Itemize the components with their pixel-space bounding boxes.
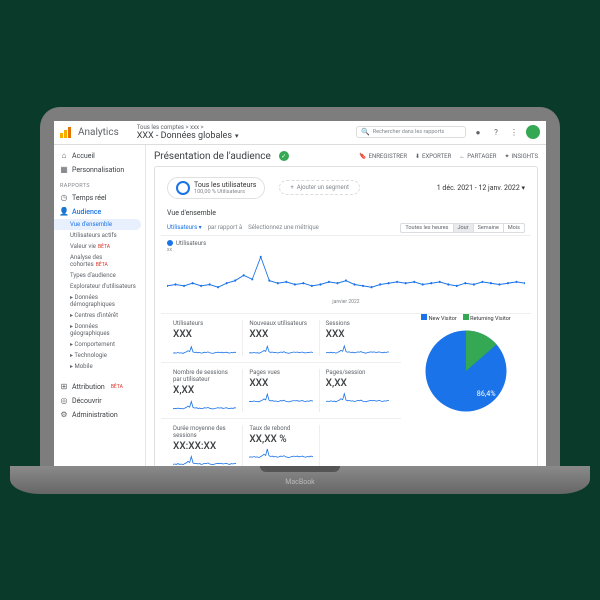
segment-all-users[interactable]: Tous les utilisateurs 100,00 % Utilisate… xyxy=(167,177,265,199)
add-segment-label: Ajouter un segment xyxy=(297,184,349,191)
sidebar-sub-audiences[interactable]: Types d'audience xyxy=(54,270,145,281)
users-line-chart: Utilisateurs xx janvier 2022 xyxy=(161,235,531,314)
granularity-day[interactable]: Jour xyxy=(453,224,473,232)
user-icon: 👤 xyxy=(60,208,68,216)
sidebar-sub-active-users[interactable]: Utilisateurs actifs xyxy=(54,230,145,241)
share-button[interactable]: ← PARTAGER xyxy=(459,153,496,160)
sidebar-sub-lifetime-value[interactable]: Valeur vieBÊTA xyxy=(54,241,145,252)
sidebar-label: Découvrir xyxy=(72,397,102,405)
search-input[interactable]: 🔍 Rechercher dans les rapports xyxy=(356,126,466,138)
sidebar-label: Accueil xyxy=(72,152,95,160)
search-placeholder: Rechercher dans les rapports xyxy=(373,129,444,135)
sidebar-label: Personnalisation xyxy=(72,166,124,174)
audience-card: Tous les utilisateurs 100,00 % Utilisate… xyxy=(154,166,538,467)
discover-icon: ◎ xyxy=(60,397,68,405)
help-icon[interactable]: ? xyxy=(490,126,502,138)
app-header: Analytics Tous les comptes > xxx > XXX -… xyxy=(54,121,546,145)
sidebar-item-audience[interactable]: 👤 Audience xyxy=(54,205,145,219)
time-granularity-toggle: Toutes les heures Jour Semaine Mois xyxy=(400,223,525,233)
legend-new-visitor: New Visitor xyxy=(429,316,457,322)
overview-label: Vue d'ensemble xyxy=(161,207,531,219)
settings-icon[interactable]: ⋮ xyxy=(508,126,520,138)
sidebar-label: Temps réel xyxy=(72,194,106,202)
compare-label: par rapport à xyxy=(208,224,242,231)
sidebar-sub-geo[interactable]: ▸ Données géographiques xyxy=(54,321,145,339)
kpi-pages-per-session: Pages/session X,XX xyxy=(319,369,395,412)
granularity-hourly[interactable]: Toutes les heures xyxy=(401,224,452,232)
segment-sublabel: 100,00 % Utilisateurs xyxy=(194,189,256,195)
date-range-label: 1 déc. 2021 - 12 janv. 2022 xyxy=(437,184,520,192)
sidebar-sub-interests[interactable]: ▸ Centres d'intérêt xyxy=(54,310,145,321)
sidebar-label: Attribution xyxy=(72,383,105,391)
privacy-shield-icon[interactable]: ✓ xyxy=(279,151,289,161)
sidebar-sub-overview[interactable]: Vue d'ensemble xyxy=(54,219,141,230)
page-title: Présentation de l'audience xyxy=(154,151,271,162)
kpi-pageviews: Pages vues XXX xyxy=(242,369,318,412)
sidebar-sub-user-explorer[interactable]: Explorateur d'utilisateurs xyxy=(54,281,145,292)
metric-selector-primary[interactable]: Utilisateurs ▾ xyxy=(167,224,202,231)
sidebar-label: Audience xyxy=(72,208,101,216)
sidebar-sub-demographics[interactable]: ▸ Données démographiques xyxy=(54,292,145,310)
export-button[interactable]: ⬇ EXPORTER xyxy=(415,153,451,160)
sidebar-sub-behavior[interactable]: ▸ Comportement xyxy=(54,339,145,350)
kpi-sessions-per-user: Nombre de sessions par utilisateur X,XX xyxy=(167,369,242,412)
sidebar-label: Administration xyxy=(72,411,118,419)
search-icon: 🔍 xyxy=(361,128,370,136)
save-report-button[interactable]: 🔖 ENREGISTRER xyxy=(359,153,407,160)
main-content: Présentation de l'audience ✓ 🔖 ENREGISTR… xyxy=(146,145,546,467)
sidebar-sub-cohort-analysis[interactable]: Analyse des cohortesBÊTA xyxy=(54,252,145,270)
legend-returning-visitor: Returning Visitor xyxy=(470,316,511,322)
x-axis-month-label: janvier 2022 xyxy=(167,299,525,305)
breadcrumb[interactable]: Tous les comptes > xxx > xyxy=(137,124,239,131)
clock-icon: ◷ xyxy=(60,194,68,202)
kpi-bounce-rate: Taux de rebond XX,XX % xyxy=(242,425,318,467)
account-selector[interactable]: XXX - Données globales ▾ xyxy=(137,131,239,141)
sidebar-sub-technology[interactable]: ▸ Technologie xyxy=(54,350,145,361)
account-title: XXX - Données globales xyxy=(137,131,232,141)
granularity-week[interactable]: Semaine xyxy=(473,224,503,232)
sidebar-item-discover[interactable]: ◎ Découvrir xyxy=(54,394,145,408)
brand-name: Analytics xyxy=(78,127,119,138)
user-avatar[interactable] xyxy=(526,125,540,139)
analytics-logo-icon xyxy=(60,126,72,138)
gear-icon: ⚙ xyxy=(60,411,68,419)
sidebar-section-reports: Rapports xyxy=(54,177,145,191)
sidebar-item-attribution[interactable]: ⊞ Attribution BÊTA xyxy=(54,380,145,394)
sidebar-item-home[interactable]: ⌂ Accueil xyxy=(54,149,145,163)
sidebar-item-customization[interactable]: ▦ Personnalisation xyxy=(54,163,145,177)
add-segment-button[interactable]: + Ajouter un segment xyxy=(279,180,360,195)
granularity-month[interactable]: Mois xyxy=(503,224,524,232)
chevron-down-icon: ▾ xyxy=(235,132,239,140)
sidebar-item-realtime[interactable]: ◷ Temps réel xyxy=(54,191,145,205)
sidebar-item-admin[interactable]: ⚙ Administration xyxy=(54,408,145,422)
pie-pct-label: 86,4% xyxy=(477,389,496,398)
sidebar-sub-mobile[interactable]: ▸ Mobile xyxy=(54,361,145,372)
insights-button[interactable]: ✦ INSIGHTS xyxy=(504,153,538,160)
segment-circle-icon xyxy=(176,181,190,195)
visitor-pie-chart: New Visitor Returning Visitor 86,4% xyxy=(401,314,531,467)
metric-selector-secondary[interactable]: Sélectionnez une métrique xyxy=(248,224,319,231)
date-range-picker[interactable]: 1 déc. 2021 - 12 janv. 2022 ▾ xyxy=(437,184,525,192)
kpi-users: Utilisateurs XXX xyxy=(167,320,242,356)
attribution-icon: ⊞ xyxy=(60,383,68,391)
kpi-sessions: Sessions XXX xyxy=(319,320,395,356)
dashboard-icon: ▦ xyxy=(60,166,68,174)
kpi-new-users: Nouveaux utilisateurs XXX xyxy=(242,320,318,356)
notifications-icon[interactable]: ● xyxy=(472,126,484,138)
kpi-avg-session-duration: Durée moyenne des sessions XX:XX:XX xyxy=(167,425,242,467)
segment-label: Tous les utilisateurs xyxy=(194,181,256,189)
plus-icon: + xyxy=(290,184,293,191)
sidebar: ⌂ Accueil ▦ Personnalisation Rapports ◷ … xyxy=(54,145,146,467)
home-icon: ⌂ xyxy=(60,152,68,160)
beta-badge: BÊTA xyxy=(111,384,123,390)
